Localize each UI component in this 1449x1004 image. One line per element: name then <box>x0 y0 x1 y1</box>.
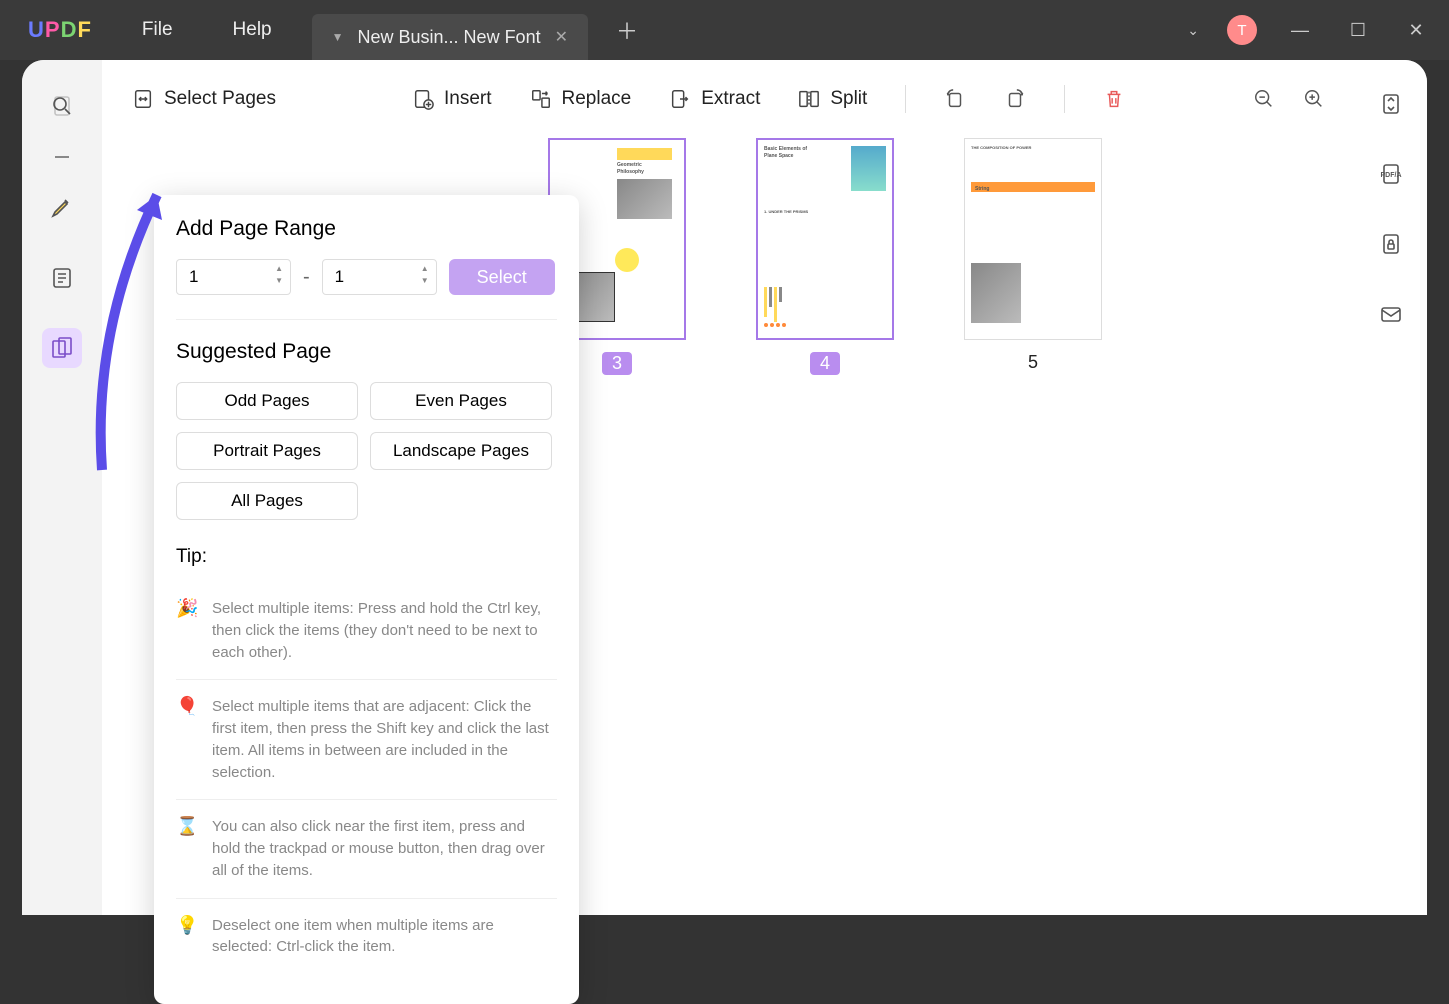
tip-text-1: Select multiple items: Press and hold th… <box>212 598 557 663</box>
toolbar-separator <box>1064 85 1065 113</box>
window-maximize[interactable]: ☐ <box>1343 20 1373 41</box>
select-range-button[interactable]: Select <box>449 259 555 295</box>
portrait-pages-button[interactable]: Portrait Pages <box>176 432 358 470</box>
range-to-up[interactable]: ▲ <box>417 263 433 275</box>
title-bar: UPDF File Help ▼ New Busin... New Font ✕… <box>0 0 1449 60</box>
highlighter-icon[interactable] <box>42 188 82 228</box>
add-range-heading: Add Page Range <box>176 217 557 241</box>
edit-text-icon[interactable] <box>42 258 82 298</box>
zoom-out-icon[interactable] <box>1253 88 1275 110</box>
extract-icon <box>669 88 691 110</box>
all-pages-button[interactable]: All Pages <box>176 482 358 520</box>
search-icon[interactable] <box>42 86 82 126</box>
range-from-down[interactable]: ▼ <box>271 275 287 287</box>
landscape-pages-button[interactable]: Landscape Pages <box>370 432 552 470</box>
extract-button[interactable]: Extract <box>669 88 760 110</box>
replace-icon <box>530 88 552 110</box>
toolbar-separator <box>905 85 906 113</box>
tab-dropdown-icon[interactable]: ▼ <box>332 30 344 44</box>
delete-icon[interactable] <box>1103 88 1125 110</box>
protect-icon[interactable] <box>1371 224 1411 264</box>
left-sidebar <box>22 60 102 915</box>
split-icon <box>798 88 820 110</box>
page-num-3: 3 <box>602 352 632 375</box>
mail-icon[interactable] <box>1371 294 1411 334</box>
select-pages-icon <box>132 88 154 110</box>
tip-text-3: You can also click near the first item, … <box>212 816 557 881</box>
rotate-left-icon[interactable] <box>944 88 966 110</box>
range-to-down[interactable]: ▼ <box>417 275 433 287</box>
page-num-4: 4 <box>810 352 840 375</box>
even-pages-button[interactable]: Even Pages <box>370 382 552 420</box>
sidebar-divider <box>55 156 69 158</box>
balloon-emoji-icon: 🎈 <box>176 696 198 783</box>
insert-icon <box>412 88 434 110</box>
tab-close-icon[interactable]: ✕ <box>555 27 568 47</box>
split-button[interactable]: Split <box>798 88 867 110</box>
suggested-heading: Suggested Page <box>176 340 557 364</box>
insert-label: Insert <box>444 88 492 110</box>
tab-title: New Busin... New Font <box>358 27 541 48</box>
svg-text:PDF/A: PDF/A <box>1381 172 1402 179</box>
rotate-right-icon[interactable] <box>1004 88 1026 110</box>
party-emoji-icon: 🎉 <box>176 598 198 663</box>
select-pages-dropdown: Add Page Range ▲▼ - ▲▼ Select Suggested … <box>154 195 579 1004</box>
user-avatar[interactable]: T <box>1227 15 1257 45</box>
right-sidebar: PDF/A <box>1355 60 1427 915</box>
window-dropdown-icon[interactable]: ⌄ <box>1187 22 1199 39</box>
convert-icon[interactable] <box>1371 84 1411 124</box>
page-thumb-4[interactable]: Basic Elements ofPlane Space1. UNDER THE… <box>756 138 894 375</box>
select-pages-button[interactable]: Select Pages <box>132 88 276 110</box>
app-logo: UPDF <box>28 17 92 43</box>
select-pages-label: Select Pages <box>164 88 276 110</box>
range-from-up[interactable]: ▲ <box>271 263 287 275</box>
tip-heading: Tip: <box>176 546 557 568</box>
menu-help[interactable]: Help <box>233 19 272 41</box>
tip-text-2: Select multiple items that are adjacent:… <box>212 696 557 783</box>
window-minimize[interactable]: — <box>1285 20 1315 41</box>
insert-button[interactable]: Insert <box>412 88 492 110</box>
zoom-in-icon[interactable] <box>1303 88 1325 110</box>
replace-label: Replace <box>562 88 632 110</box>
pdfa-icon[interactable]: PDF/A <box>1371 154 1411 194</box>
page-thumb-5[interactable]: THE COMPOSITION OF POWERString 5 <box>964 138 1102 375</box>
extract-label: Extract <box>701 88 760 110</box>
page-toolbar: Select Pages Insert Replace Extract Spli… <box>102 60 1355 138</box>
new-tab-button[interactable]: ＋ <box>616 14 638 46</box>
replace-button[interactable]: Replace <box>530 88 632 110</box>
organize-pages-icon[interactable] <box>42 328 82 368</box>
app-body: Select Pages Insert Replace Extract Spli… <box>22 60 1427 915</box>
odd-pages-button[interactable]: Odd Pages <box>176 382 358 420</box>
menu-file[interactable]: File <box>142 19 173 41</box>
bulb-emoji-icon: 💡 <box>176 915 198 959</box>
hourglass-emoji-icon: ⌛ <box>176 816 198 881</box>
dropdown-divider <box>176 319 557 320</box>
window-close[interactable]: ✕ <box>1401 20 1431 41</box>
tip-text-4: Deselect one item when multiple items ar… <box>212 915 557 959</box>
split-label: Split <box>830 88 867 110</box>
range-dash: - <box>303 266 310 289</box>
document-tab[interactable]: ▼ New Busin... New Font ✕ <box>312 14 588 60</box>
page-num-5: 5 <box>1028 352 1038 373</box>
